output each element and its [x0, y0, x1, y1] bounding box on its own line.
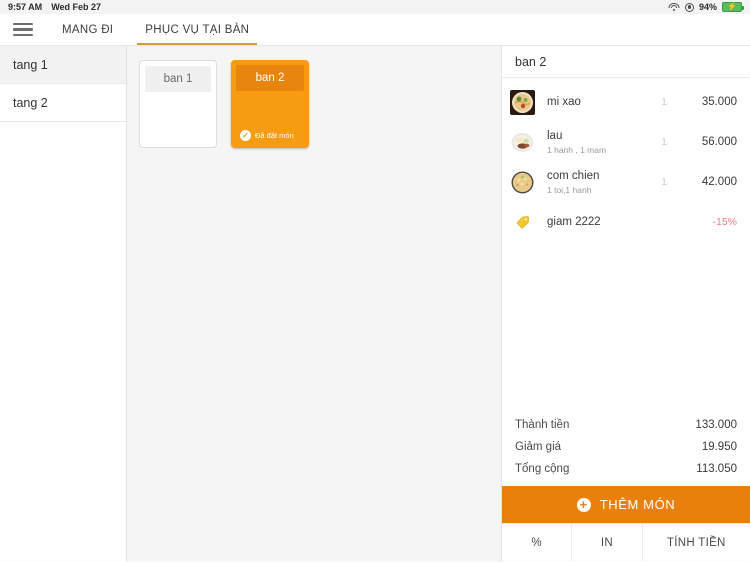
print-button-label: IN	[600, 536, 613, 549]
table-card-ban-2-status-label: Đã đặt món	[255, 131, 294, 140]
total-row-discount-label: Giảm giá	[515, 441, 562, 453]
tables-grid: ban 1 ban 2 ✓ Đã đặt món	[127, 46, 502, 561]
order-discount-name: giam 2222	[547, 216, 601, 228]
table-card-ban-2-status: ✓ Đã đặt món	[231, 130, 309, 148]
battery-charging-icon: ⚡	[722, 2, 744, 12]
total-row-grandtotal-value: 113.050	[696, 463, 737, 475]
sidebar-item-tang-1[interactable]: tang 1	[0, 46, 126, 84]
order-item-row[interactable]: mi xao 1 35.000	[502, 82, 750, 122]
status-bar: 9:57 AM Wed Feb 27 94% ⚡	[0, 0, 750, 14]
coupon-tag-icon	[510, 215, 535, 229]
hamburger-menu-icon[interactable]	[0, 14, 46, 45]
discount-percent-button-label: %	[531, 536, 542, 549]
top-bar: MANG ĐI PHỤC VỤ TẠI BÀN	[0, 14, 750, 46]
order-item-qty[interactable]: 1	[647, 97, 681, 108]
check-circle-icon: ✓	[240, 130, 251, 141]
table-card-ban-1-name: ban 1	[145, 66, 211, 92]
order-items-list: mi xao 1 35.000 lau 1 hanh , 1 mam 1 56.…	[502, 78, 750, 414]
total-row-discount: Giảm giá 19.950	[515, 436, 737, 458]
sidebar-item-tang-1-label: tang 1	[13, 57, 48, 72]
tab-phuc-vu-tai-ban[interactable]: PHỤC VỤ TẠI BÀN	[129, 14, 265, 45]
tab-mang-di[interactable]: MANG ĐI	[46, 14, 129, 45]
order-item-price: 35.000	[701, 96, 737, 108]
total-row-grandtotal: Tổng cộng 113.050	[515, 458, 737, 480]
total-row-subtotal-label: Thành tiền	[515, 419, 570, 431]
order-panel: ban 2 mi xao 1 35.000 lau 1 hanh , 1 mam…	[502, 46, 750, 561]
order-item-info: mi xao	[535, 95, 647, 109]
total-row-subtotal-value: 133.000	[695, 419, 737, 431]
order-totals: Thành tiền 133.000 Giảm giá 19.950 Tổng …	[502, 414, 750, 486]
checkout-button-label: TÍNH TIỀN	[666, 536, 726, 549]
order-item-info: lau 1 hanh , 1 mam	[535, 129, 647, 156]
app-screen: 9:57 AM Wed Feb 27 94% ⚡ MANG ĐI PHỤC VỤ…	[0, 0, 750, 562]
sidebar-item-tang-2-label: tang 2	[13, 95, 48, 110]
body: tang 1 tang 2 ban 1 ban 2 ✓ Đã đặt món b…	[0, 46, 750, 561]
battery-percent: 94%	[698, 2, 717, 12]
order-item-price: 56.000	[701, 136, 737, 148]
order-item-note: 1 hanh , 1 mam	[547, 144, 607, 155]
main-tabs: MANG ĐI PHỤC VỤ TẠI BÀN	[46, 14, 265, 45]
order-item-note: 1 toi,1 hanh	[547, 184, 592, 195]
order-item-row[interactable]: lau 1 hanh , 1 mam 1 56.000	[502, 122, 750, 162]
tab-mang-di-label: MANG ĐI	[62, 23, 114, 36]
total-row-discount-value: 19.950	[701, 441, 737, 453]
hotpot-photo	[510, 129, 535, 155]
order-item-name: mi xao	[547, 96, 581, 108]
wifi-icon	[668, 2, 680, 12]
order-panel-title: ban 2	[502, 46, 750, 78]
status-date: Wed Feb 27	[51, 2, 102, 12]
table-card-ban-2-name: ban 2	[236, 65, 304, 91]
table-card-ban-1[interactable]: ban 1	[139, 60, 217, 148]
sidebar-item-tang-2[interactable]: tang 2	[0, 84, 126, 122]
status-bar-right: 94% ⚡	[668, 2, 744, 12]
order-item-info: com chien 1 toi,1 hanh	[535, 169, 647, 196]
noodles-photo	[510, 89, 535, 115]
total-row-subtotal: Thành tiền 133.000	[515, 414, 737, 436]
fried-rice-photo	[510, 169, 535, 195]
checkout-button[interactable]: TÍNH TIỀN	[641, 524, 750, 561]
floor-sidebar: tang 1 tang 2	[0, 46, 127, 561]
discount-percent-button[interactable]: %	[502, 524, 571, 561]
rotation-lock-icon	[684, 2, 694, 12]
order-discount-value: -15%	[712, 216, 737, 228]
order-action-bar: % IN TÍNH TIỀN	[502, 523, 750, 561]
order-item-row[interactable]: com chien 1 toi,1 hanh 1 42.000	[502, 162, 750, 202]
plus-circle-icon: +	[576, 497, 591, 512]
table-card-ban-2[interactable]: ban 2 ✓ Đã đặt món	[231, 60, 309, 148]
order-item-name: com chien	[547, 169, 600, 182]
add-item-button[interactable]: + THÊM MÓN	[502, 486, 750, 523]
total-row-grandtotal-label: Tổng cộng	[515, 463, 570, 475]
order-item-qty[interactable]: 1	[647, 137, 681, 148]
order-item-price: 42.000	[701, 176, 737, 188]
status-bar-left: 9:57 AM Wed Feb 27	[8, 2, 101, 12]
order-item-name: lau	[547, 129, 563, 142]
print-button[interactable]: IN	[571, 524, 641, 561]
order-discount-info: giam 2222	[535, 215, 647, 229]
status-time: 9:57 AM	[8, 2, 43, 12]
order-item-qty[interactable]: 1	[647, 177, 681, 188]
tab-phuc-vu-tai-ban-label: PHỤC VỤ TẠI BÀN	[145, 23, 250, 36]
order-discount-row[interactable]: giam 2222 -15%	[502, 202, 750, 242]
add-item-button-label: THÊM MÓN	[599, 497, 676, 512]
